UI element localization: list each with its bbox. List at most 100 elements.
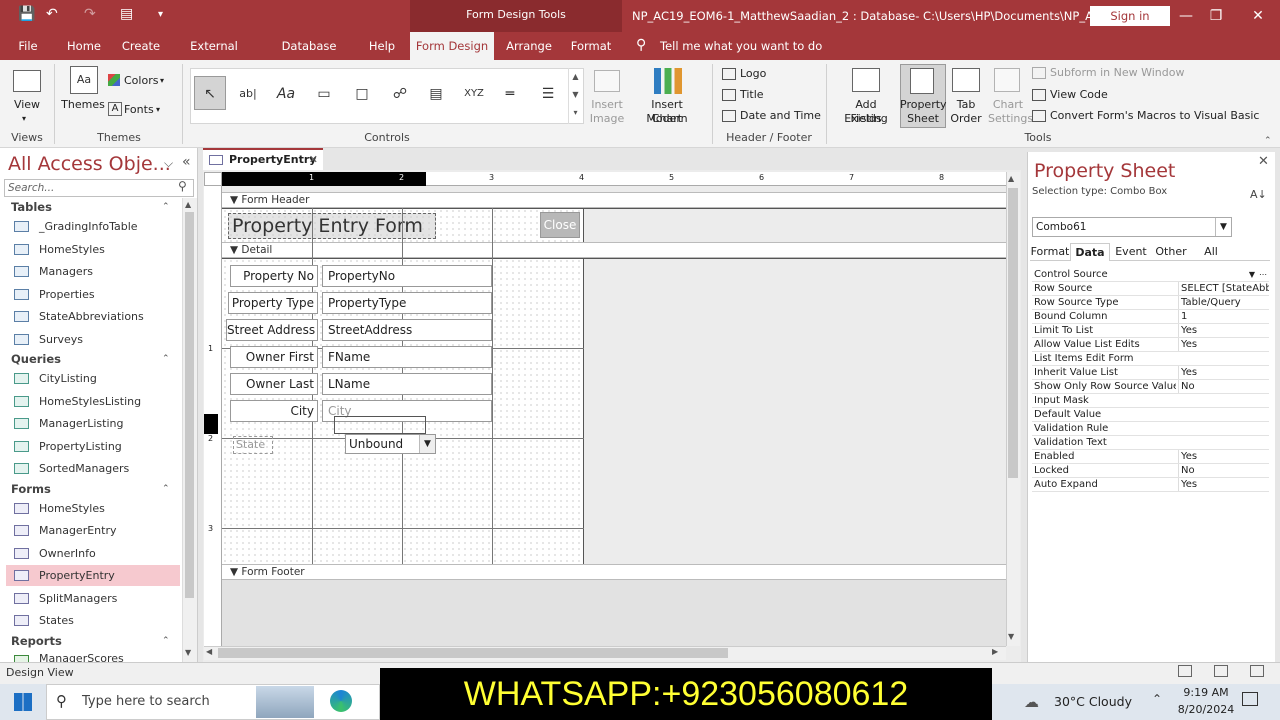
tray-chevron-icon[interactable]: ⌃ (1152, 692, 1162, 706)
collapse-queries-icon[interactable]: ⌃ (162, 354, 170, 364)
nav-query-item[interactable]: CityListing (6, 368, 180, 389)
property-row[interactable]: Limit To List Yes (1032, 324, 1269, 338)
colors-button[interactable]: Colors (124, 74, 158, 88)
field-textbox-property-type[interactable]: PropertyType (322, 292, 492, 314)
restore-icon[interactable]: ❐ (1206, 6, 1226, 26)
property-object-select[interactable]: Combo61 ▼ (1032, 217, 1232, 237)
nav-query-item[interactable]: HomeStylesListing (6, 391, 180, 412)
shutter-bar-icon[interactable]: « (182, 154, 191, 170)
tab-format[interactable]: Format (566, 32, 616, 60)
tab-external-data[interactable]: External Data (176, 32, 252, 81)
property-row[interactable]: Row SourceSELECT [StateAbbre (1032, 282, 1269, 296)
property-row[interactable]: Locked No (1032, 464, 1269, 478)
fonts-button[interactable]: Fonts (124, 103, 154, 117)
property-row[interactable]: List Items Edit Form (1032, 352, 1269, 366)
field-textbox-street-address[interactable]: StreetAddress (322, 319, 492, 341)
property-row[interactable]: Inherit Value List Yes (1032, 366, 1269, 380)
controls-gallery-scroll[interactable]: ▲ ▼ ▾ (568, 68, 582, 124)
form-selector[interactable] (204, 172, 222, 186)
collapse-ribbon-icon[interactable]: ⌃ (1264, 136, 1272, 146)
field-textbox-lname[interactable]: LName (322, 373, 492, 395)
select-pointer-icon[interactable]: ↖ (194, 76, 226, 110)
property-row[interactable]: Default Value (1032, 408, 1269, 422)
fonts-dropdown-icon[interactable]: ▾ (156, 103, 160, 117)
page-break-icon[interactable]: ☰ (532, 76, 564, 110)
tell-me-search[interactable]: Tell me what you want to do (660, 39, 822, 53)
state-label[interactable]: State (233, 436, 273, 454)
property-sheet-button[interactable]: Property (900, 98, 947, 112)
nav-scroll-thumb[interactable] (185, 212, 194, 598)
nav-table-item[interactable]: HomeStyles (6, 239, 180, 260)
scroll-down-icon[interactable]: ▼ (185, 648, 191, 657)
view-switch-icon[interactable]: ▤ (120, 6, 133, 22)
nav-table-item[interactable]: Managers (6, 261, 180, 282)
nav-form-item[interactable]: SplitManagers (6, 588, 180, 609)
edge-icon[interactable] (330, 690, 352, 712)
option-group-icon[interactable]: ═ (494, 76, 526, 110)
tab-control-icon[interactable]: □ (346, 76, 378, 110)
nav-table-item[interactable]: _GradingInfoTable (6, 216, 180, 237)
property-tab-data[interactable]: Data (1070, 243, 1110, 261)
logo-button[interactable]: Logo (740, 67, 766, 81)
property-row[interactable]: Allow Value List Edits Yes (1032, 338, 1269, 352)
nav-query-item[interactable]: SortedManagers (6, 458, 180, 479)
field-label-property-no[interactable]: Property No (230, 265, 318, 287)
tab-file[interactable]: File (10, 32, 46, 60)
field-label-city[interactable]: City (230, 400, 318, 422)
collapse-reports-icon[interactable]: ⌃ (162, 636, 170, 646)
nav-section-reports[interactable]: Reports (11, 634, 62, 648)
tab-order-button-line2[interactable]: Order (946, 112, 986, 126)
document-tab[interactable]: PropertyEntry ✕ (203, 148, 323, 170)
nav-form-item-selected[interactable]: PropertyEntry (6, 565, 180, 586)
nav-section-queries[interactable]: Queries (11, 352, 61, 366)
button-control-icon[interactable]: ▭ (308, 76, 340, 110)
navigation-control-icon[interactable]: XYZ (458, 76, 490, 110)
nav-form-item[interactable]: HomeStyles (6, 498, 180, 519)
nav-table-item[interactable]: Properties (6, 284, 180, 305)
form-footer-section[interactable] (222, 580, 1006, 646)
insert-image-button[interactable]: Insert (586, 98, 628, 112)
hyperlink-control-icon[interactable]: ☍ (384, 76, 416, 110)
close-tab-icon[interactable]: ✕ (309, 150, 318, 170)
nav-section-tables[interactable]: Tables (11, 200, 52, 214)
convert-macros-button[interactable]: Convert Form's Macros to Visual Basic (1050, 109, 1259, 123)
close-form-button[interactable]: Close (540, 212, 580, 238)
nav-report-item[interactable]: ManagerScores (6, 650, 180, 662)
chart-settings-button[interactable]: Chart (988, 98, 1028, 112)
nav-table-item[interactable]: StateAbbreviations (6, 306, 180, 327)
nav-query-item[interactable]: ManagerListing (6, 413, 180, 434)
collapse-tables-icon[interactable]: ⌃ (162, 202, 170, 212)
property-tab-other[interactable]: Other (1152, 243, 1190, 261)
tab-help[interactable]: Help (364, 32, 400, 60)
sort-icon[interactable]: A↓ (1250, 188, 1267, 201)
vscroll-up-icon[interactable]: ▲ (1008, 174, 1014, 183)
web-browser-control-icon[interactable]: ▤ (420, 76, 452, 110)
colors-dropdown-icon[interactable]: ▾ (160, 74, 164, 88)
nav-section-forms[interactable]: Forms (11, 482, 51, 496)
field-textbox-property-no[interactable]: PropertyNo (322, 265, 492, 287)
property-row[interactable]: Show Only Row Source Values No (1032, 380, 1269, 394)
property-row[interactable]: Auto Expand Yes (1032, 478, 1269, 492)
subform-new-window-button[interactable]: Subform in New Window (1050, 66, 1184, 80)
redo-icon[interactable]: ↷ (84, 6, 96, 22)
property-row[interactable]: Control Source ▼ ⋯ (1032, 268, 1269, 282)
clock-date[interactable]: 8/20/2024 (1174, 703, 1238, 716)
add-existing-fields-button-line2[interactable]: Fields (832, 112, 900, 126)
notification-icon[interactable] (1242, 692, 1258, 706)
tab-create[interactable]: Create (118, 32, 164, 60)
form-view-icon[interactable] (1178, 665, 1192, 677)
chart-settings-button-line2[interactable]: Settings (988, 112, 1033, 126)
tab-arrange[interactable]: Arrange (502, 32, 556, 60)
nav-menu-chevron-icon[interactable]: ⌵ (164, 156, 173, 171)
builder-icon[interactable]: ⋯ (1259, 268, 1267, 281)
taskbar-search-text[interactable]: Type here to search (82, 694, 210, 709)
clock-time[interactable]: 9:19 AM (1178, 686, 1234, 699)
weather-text[interactable]: 30°C Cloudy (1054, 694, 1132, 709)
nav-form-item[interactable]: States (6, 610, 180, 631)
hscroll-right-icon[interactable]: ▶ (992, 647, 998, 656)
close-window-icon[interactable]: ✕ (1248, 6, 1268, 26)
combo-dropdown-icon[interactable]: ▼ (419, 435, 435, 453)
date-and-time-button[interactable]: Date and Time (740, 109, 821, 123)
state-combo-box[interactable]: Unbound ▼ (345, 434, 436, 454)
layout-view-icon[interactable] (1214, 665, 1228, 677)
